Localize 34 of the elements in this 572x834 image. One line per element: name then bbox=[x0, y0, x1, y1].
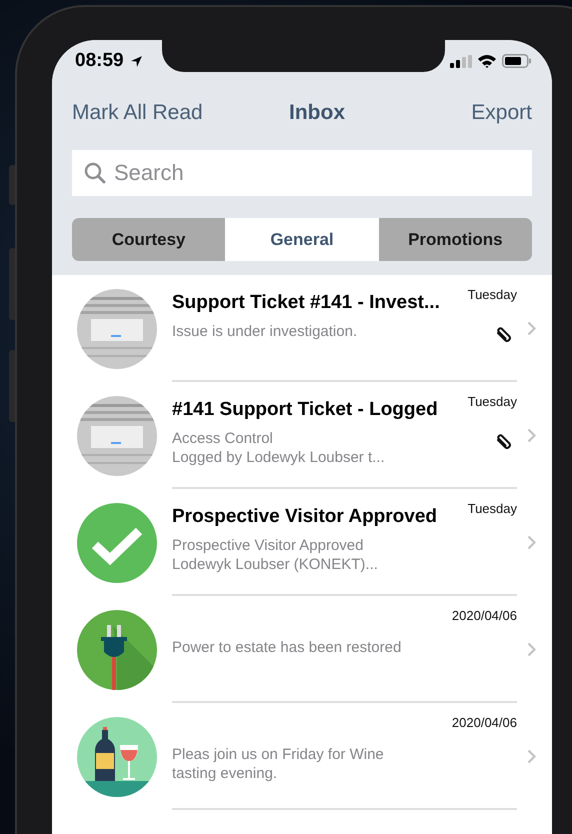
battery-icon bbox=[502, 54, 532, 68]
segment-tab[interactable]: Courtesy bbox=[72, 218, 226, 261]
message-preview: tasting evening. bbox=[172, 764, 278, 783]
message-preview: Issue is under investigation. bbox=[172, 322, 358, 341]
message-title: Support Ticket #141 - Invest... bbox=[172, 292, 440, 314]
export-button[interactable]: Export bbox=[471, 101, 532, 125]
message-preview: Power to estate has been restored bbox=[172, 638, 402, 657]
message-title: Prospective Visitor Approved bbox=[172, 506, 438, 528]
message-date: Tuesday bbox=[468, 394, 517, 409]
search-field[interactable]: Search bbox=[72, 150, 532, 196]
message-preview: Lodewyk Loubser (KONEKT)... bbox=[172, 555, 379, 574]
segment-tab[interactable]: General bbox=[225, 218, 379, 261]
mark-all-read-button[interactable]: Mark All Read bbox=[72, 101, 203, 125]
message-preview: Prospective Visitor Approved bbox=[172, 536, 364, 555]
message-preview: Logged by Lodewyk Loubser t... bbox=[172, 448, 386, 467]
message-date: 2020/04/06 bbox=[452, 715, 517, 730]
status-time: 08:59 bbox=[75, 50, 124, 72]
inbox-title: Inbox bbox=[289, 101, 345, 125]
message-date: Tuesday bbox=[468, 501, 517, 516]
chevron-right-icon bbox=[527, 535, 536, 550]
signal-icon bbox=[450, 54, 472, 68]
chevron-right-icon bbox=[527, 749, 536, 764]
chevron-right-icon bbox=[527, 642, 536, 657]
wifi-icon bbox=[477, 54, 497, 68]
chevron-right-icon bbox=[527, 428, 536, 443]
message-date: Tuesday bbox=[468, 287, 517, 302]
message-title: #141 Support Ticket - Logged bbox=[172, 399, 438, 421]
message-date: 2020/04/06 bbox=[452, 608, 517, 623]
message-preview: Pleas join us on Friday for Wine bbox=[172, 745, 385, 764]
location-arrow-icon bbox=[130, 54, 143, 68]
segment-tab[interactable]: Promotions bbox=[378, 218, 532, 261]
chevron-right-icon bbox=[527, 321, 536, 336]
message-preview: Access Control bbox=[172, 429, 274, 448]
checkmark-icon bbox=[77, 502, 157, 582]
